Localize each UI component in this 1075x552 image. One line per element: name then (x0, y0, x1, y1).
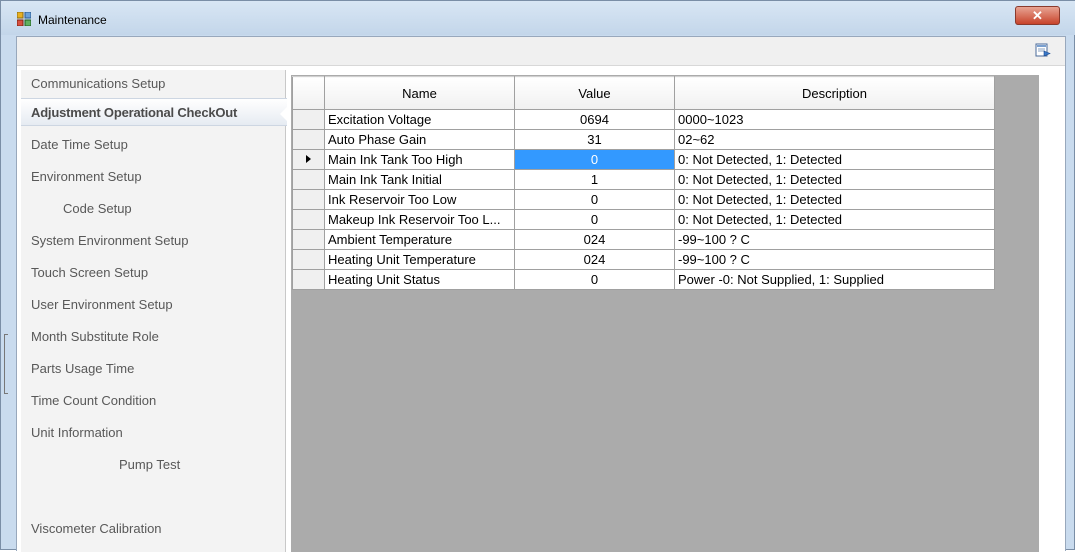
redacted-text (31, 204, 63, 215)
window-title: Maintenance (38, 13, 107, 27)
sidebar-item-unit-information[interactable]: Unit Information (21, 419, 285, 447)
cell-value[interactable]: 0 (514, 269, 675, 290)
row-header[interactable] (292, 189, 325, 210)
selection-pointer (280, 105, 289, 123)
cell-value-selected[interactable]: 0 (514, 149, 675, 170)
cell-value[interactable]: 024 (514, 229, 675, 250)
sidebar-item-system-environment-setup[interactable]: System Environment Setup (21, 227, 285, 255)
cell-description[interactable]: -99~100 ? C (674, 229, 995, 250)
cell-name[interactable]: Main Ink Tank Initial (324, 169, 515, 190)
cell-name[interactable]: Excitation Voltage (324, 109, 515, 130)
sidebar-item-label: Unit Information (31, 425, 123, 440)
cell-name[interactable]: Heating Unit Temperature (324, 249, 515, 270)
sidebar-item-label: Viscometer Calibration (31, 521, 162, 536)
export-icon[interactable] (1035, 42, 1051, 58)
table-row: Main Ink Tank Initial 1 0: Not Detected,… (292, 169, 995, 190)
cell-description[interactable]: 02~62 (674, 129, 995, 150)
sidebar-item-label: Time Count Condition (31, 393, 157, 408)
grid-header-row: Name Value Description (292, 76, 995, 110)
sidebar-item-communications-setup[interactable]: Communications Setup (21, 70, 285, 98)
column-header-name[interactable]: Name (324, 76, 515, 110)
cell-name[interactable]: Auto Phase Gain (324, 129, 515, 150)
cell-name[interactable]: Ink Reservoir Too Low (324, 189, 515, 210)
sidebar-item-month-substitute-role[interactable]: Month Substitute Role (21, 323, 285, 351)
cell-value[interactable]: 0 (514, 209, 675, 230)
sidebar-item-time-count-condition[interactable]: Time Count Condition (21, 387, 285, 415)
cell-description[interactable]: 0: Not Detected, 1: Detected (674, 149, 995, 170)
sidebar-item-date-time-setup[interactable]: Date Time Setup (21, 131, 285, 159)
close-button[interactable]: ✕ (1015, 6, 1060, 25)
title-bar[interactable]: Maintenance ✕ (1, 1, 1075, 35)
sidebar-item-label: Parts Usage Time (31, 361, 135, 376)
table-row: Heating Unit Status 0 Power -0: Not Supp… (292, 269, 995, 290)
cell-value[interactable]: 0694 (514, 109, 675, 130)
cell-name[interactable]: Heating Unit Status (324, 269, 515, 290)
cell-description[interactable]: 0: Not Detected, 1: Detected (674, 189, 995, 210)
cell-value[interactable]: 1 (514, 169, 675, 190)
row-header[interactable] (292, 209, 325, 230)
sidebar-item-label: System Environment Setup (31, 233, 189, 248)
table-row: Ink Reservoir Too Low 0 0: Not Detected,… (292, 189, 995, 210)
sidebar-item-label: Month Substitute Role (31, 329, 159, 344)
cell-name[interactable]: Ambient Temperature (324, 229, 515, 250)
sidebar-item-user-environment-setup[interactable]: User Environment Setup (21, 291, 285, 319)
frame-edge-mark (4, 334, 8, 394)
column-header-description[interactable]: Description (674, 76, 995, 110)
cell-value[interactable]: 024 (514, 249, 675, 270)
sidebar-item-code-setup[interactable]: Code Setup (21, 195, 285, 223)
data-grid[interactable]: Name Value Description Excitation Voltag… (291, 75, 1039, 552)
sidebar-item-touch-screen-setup[interactable]: Touch Screen Setup (21, 259, 285, 287)
row-header[interactable] (292, 249, 325, 270)
row-header[interactable] (292, 169, 325, 190)
sidebar-item-label: Touch Screen Setup (31, 265, 149, 280)
sidebar-item-viscometer-calibration[interactable]: Viscometer Calibration (21, 515, 285, 543)
row-header[interactable] (292, 129, 325, 150)
sidebar-item-label: Date Time Setup (31, 137, 128, 152)
sidebar-item-pump-test[interactable]: Pump Test (21, 451, 285, 479)
redacted-text (31, 460, 119, 471)
table-row: Ambient Temperature 024 -99~100 ? C (292, 229, 995, 250)
cell-value[interactable]: 0 (514, 189, 675, 210)
sidebar-menu: Communications Setup Adjustment Operatio… (21, 70, 289, 552)
row-header[interactable] (292, 109, 325, 130)
sidebar-item-parts-usage-time[interactable]: Parts Usage Time (21, 355, 285, 383)
sidebar-item-label: Communications Setup (31, 76, 166, 91)
cell-name[interactable]: Makeup Ink Reservoir Too L... (324, 209, 515, 230)
cell-description[interactable]: 0: Not Detected, 1: Detected (674, 209, 995, 230)
close-icon: ✕ (1032, 8, 1043, 23)
sidebar-item-label: User Environment Setup (31, 297, 173, 312)
cell-description[interactable]: 0000~1023 (674, 109, 995, 130)
cell-value[interactable]: 31 (514, 129, 675, 150)
maintenance-window: Maintenance ✕ Communications Setup Adjus… (0, 0, 1075, 552)
cell-description[interactable]: -99~100 ? C (674, 249, 995, 270)
table-row: Main Ink Tank Too High 0 0: Not Detected… (292, 149, 995, 170)
sidebar-item-label: Environment Setup (31, 169, 142, 184)
cell-description[interactable]: Power -0: Not Supplied, 1: Supplied (674, 269, 995, 290)
sidebar-item-label: Adjustment Operational CheckOut (31, 105, 238, 120)
sidebar-item-label: Pump Test (119, 457, 181, 472)
sidebar-item-other-test[interactable] (21, 483, 285, 511)
sidebar-item-label: Code Setup (63, 201, 132, 216)
app-window-icon (17, 12, 31, 26)
column-header-value[interactable]: Value (514, 76, 675, 110)
table-row: Makeup Ink Reservoir Too L... 0 0: Not D… (292, 209, 995, 230)
table-row: Heating Unit Temperature 024 -99~100 ? C (292, 249, 995, 270)
row-header[interactable] (292, 229, 325, 250)
grid-corner-header[interactable] (292, 76, 325, 110)
redacted-text (31, 492, 103, 503)
sidebar-item-adjustment-operational-checkout[interactable]: Adjustment Operational CheckOut (21, 98, 289, 126)
row-header[interactable] (292, 269, 325, 290)
sidebar-item-environment-setup[interactable]: Environment Setup (21, 163, 285, 191)
cell-description[interactable]: 0: Not Detected, 1: Detected (674, 169, 995, 190)
cell-name[interactable]: Main Ink Tank Too High (324, 149, 515, 170)
data-grid-table: Name Value Description Excitation Voltag… (292, 76, 995, 290)
current-row-arrow-icon (306, 154, 311, 163)
client-area: Communications Setup Adjustment Operatio… (16, 36, 1066, 552)
table-row: Auto Phase Gain 31 02~62 (292, 129, 995, 150)
toolbar (17, 37, 1065, 66)
row-header-current[interactable] (292, 149, 325, 170)
table-row: Excitation Voltage 0694 0000~1023 (292, 109, 995, 130)
